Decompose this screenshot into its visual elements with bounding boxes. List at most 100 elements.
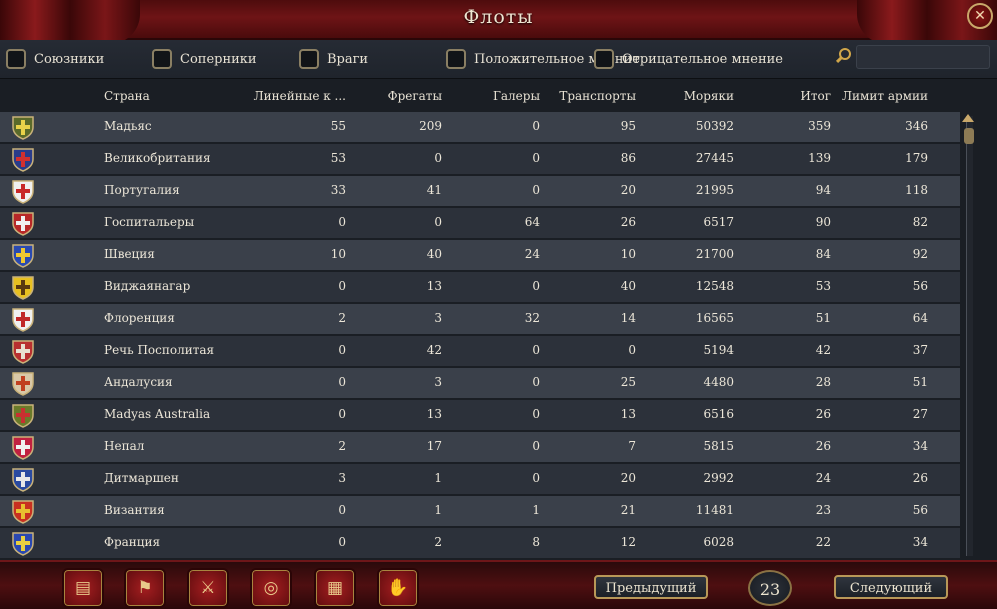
- cell-country: Флоренция: [104, 311, 175, 325]
- cell-army-limit: 26: [912, 471, 928, 485]
- cell-country: Мадьяс: [104, 119, 152, 133]
- previous-button[interactable]: Предыдущий: [594, 575, 708, 599]
- cell-transports: 95: [620, 119, 636, 133]
- cell-frigates: 42: [426, 343, 442, 357]
- cell-frigates: 0: [434, 151, 442, 165]
- cell-ships-line: 2: [338, 311, 346, 325]
- column-header-total[interactable]: Итог: [800, 89, 831, 103]
- cell-army-limit: 56: [912, 279, 928, 293]
- search-input[interactable]: [856, 45, 990, 69]
- cell-galleys: 24: [524, 247, 540, 261]
- table-row[interactable]: Португалия 33 41 0 20 21995 94 118: [0, 176, 960, 206]
- column-header-army-limit[interactable]: Лимит армии: [842, 89, 928, 103]
- cell-transports: 21: [620, 503, 636, 517]
- filter-label: Враги: [327, 51, 369, 67]
- cell-galleys: 64: [524, 215, 540, 229]
- filter-checkbox[interactable]: [6, 49, 26, 69]
- cell-sailors: 27445: [695, 151, 734, 165]
- cell-total: 53: [815, 279, 831, 293]
- table-row[interactable]: Дитмаршен 3 1 0 20 2992 24 26: [0, 464, 960, 494]
- country-flag-icon: [12, 244, 34, 268]
- country-flag-icon: [12, 148, 34, 172]
- table-row[interactable]: Флоренция 2 3 32 14 16565 51 64: [0, 304, 960, 334]
- coins-button[interactable]: ◎: [250, 568, 292, 608]
- table-row[interactable]: Византия 0 1 1 21 11481 23 56: [0, 496, 960, 526]
- cell-total: 90: [815, 215, 831, 229]
- cell-country: Андалусия: [104, 375, 173, 389]
- cell-transports: 26: [620, 215, 636, 229]
- scrollbar-track[interactable]: [966, 116, 973, 556]
- cell-transports: 13: [620, 407, 636, 421]
- cell-ships-line: 0: [338, 215, 346, 229]
- filter-2[interactable]: Враги: [299, 47, 368, 71]
- cell-country: Речь Посполитая: [104, 343, 215, 357]
- filter-4[interactable]: Отрицательное мнение: [594, 47, 783, 71]
- filter-checkbox[interactable]: [446, 49, 466, 69]
- filter-checkbox[interactable]: [594, 49, 614, 69]
- column-header-frigates[interactable]: Фрегаты: [388, 89, 442, 103]
- cell-sailors: 5815: [703, 439, 734, 453]
- cell-sailors: 6517: [703, 215, 734, 229]
- cell-transports: 25: [620, 375, 636, 389]
- country-flag-icon: [12, 308, 34, 332]
- column-header-ships-line[interactable]: Линейные к ...: [254, 89, 346, 103]
- cell-total: 22: [815, 535, 831, 549]
- cell-army-limit: 346: [905, 119, 928, 133]
- cell-total: 139: [808, 151, 831, 165]
- cell-sailors: 12548: [695, 279, 734, 293]
- cell-sailors: 6516: [703, 407, 734, 421]
- cell-galleys: 0: [532, 151, 540, 165]
- cell-galleys: 0: [532, 375, 540, 389]
- search-icon: [835, 48, 851, 64]
- crossed-swords-button[interactable]: ⚔: [187, 568, 229, 608]
- scroll-up-arrow-icon[interactable]: [962, 114, 974, 122]
- cell-sailors: 5194: [703, 343, 734, 357]
- table-row[interactable]: Madyas Australia 0 13 0 13 6516 26 27: [0, 400, 960, 430]
- next-button[interactable]: Следующий: [834, 575, 948, 599]
- column-header-galleys[interactable]: Галеры: [493, 89, 540, 103]
- column-header-sailors[interactable]: Моряки: [684, 89, 734, 103]
- table-row[interactable]: Речь Посполитая 0 42 0 0 5194 42 37: [0, 336, 960, 366]
- table-row[interactable]: Великобритания 53 0 0 86 27445 139 179: [0, 144, 960, 174]
- column-header-country[interactable]: Страна: [104, 89, 150, 103]
- table-row[interactable]: Швеция 10 40 24 10 21700 84 92: [0, 240, 960, 270]
- cell-galleys: 0: [532, 407, 540, 421]
- ledger-icon: ▤: [74, 578, 92, 598]
- country-flag-icon: [12, 276, 34, 300]
- cell-galleys: 0: [532, 279, 540, 293]
- buildings-button[interactable]: ▦: [314, 568, 356, 608]
- table-row[interactable]: Виджаянагар 0 13 0 40 12548 53 56: [0, 272, 960, 302]
- cell-country: Франция: [104, 535, 161, 549]
- filter-label: Соперники: [180, 51, 257, 67]
- cell-galleys: 0: [532, 439, 540, 453]
- handshake-button[interactable]: ✋: [377, 568, 419, 608]
- filter-checkbox[interactable]: [299, 49, 319, 69]
- cell-total: 359: [808, 119, 831, 133]
- cell-army-limit: 179: [905, 151, 928, 165]
- cell-ships-line: 2: [338, 439, 346, 453]
- table-row[interactable]: Непал 2 17 0 7 5815 26 34: [0, 432, 960, 462]
- cell-ships-line: 0: [338, 535, 346, 549]
- scrollbar-thumb[interactable]: [964, 128, 974, 144]
- cell-army-limit: 118: [905, 183, 928, 197]
- table-row[interactable]: Госпитальеры 0 0 64 26 6517 90 82: [0, 208, 960, 238]
- filter-checkbox[interactable]: [152, 49, 172, 69]
- cell-sailors: 6028: [703, 535, 734, 549]
- flag-button[interactable]: ⚑: [124, 568, 166, 608]
- cell-total: 42: [815, 343, 831, 357]
- cell-country: Виджаянагар: [104, 279, 191, 293]
- filter-0[interactable]: Союзники: [6, 47, 104, 71]
- table-row[interactable]: Андалусия 0 3 0 25 4480 28 51: [0, 368, 960, 398]
- table-row[interactable]: Мадьяс 55 209 0 95 50392 359 346: [0, 112, 960, 142]
- ledger-button[interactable]: ▤: [62, 568, 104, 608]
- cell-frigates: 209: [419, 119, 442, 133]
- filter-1[interactable]: Соперники: [152, 47, 257, 71]
- close-button[interactable]: ✕: [967, 3, 993, 29]
- column-header-transports[interactable]: Транспорты: [559, 89, 636, 103]
- table-row[interactable]: Франция 0 2 8 12 6028 22 34: [0, 528, 960, 558]
- cell-frigates: 17: [426, 439, 442, 453]
- cell-total: 24: [815, 471, 831, 485]
- cell-sailors: 21995: [695, 183, 734, 197]
- cell-army-limit: 37: [912, 343, 928, 357]
- cell-total: 26: [815, 439, 831, 453]
